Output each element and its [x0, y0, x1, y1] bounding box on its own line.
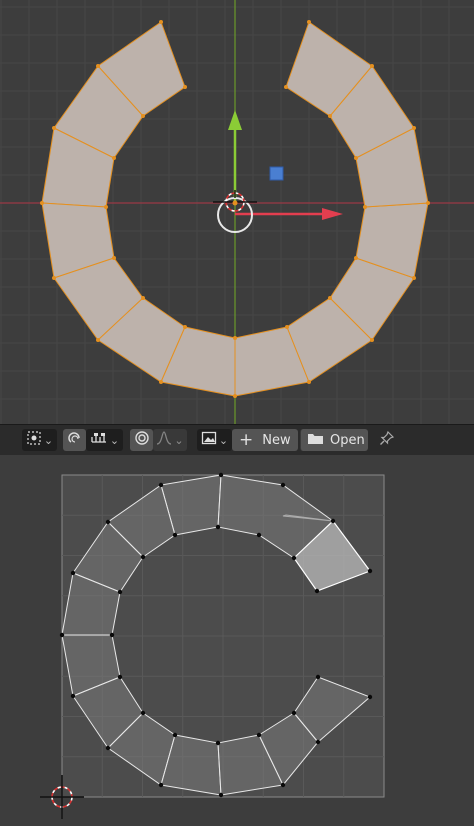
mesh-vertex[interactable] [285, 325, 289, 329]
mesh-vertex[interactable] [284, 85, 288, 89]
uv-vertex[interactable] [158, 482, 164, 488]
uv-vertex[interactable] [280, 782, 286, 788]
snap-icon [90, 431, 108, 449]
mesh-vertex[interactable] [354, 156, 358, 160]
uv-vertex[interactable] [172, 532, 178, 538]
chevron-down-icon: ⌄ [109, 433, 120, 447]
mesh-vertex[interactable] [426, 201, 430, 205]
uv-vertex[interactable] [215, 740, 221, 746]
uv-vertex[interactable] [70, 693, 76, 699]
mesh-vertex[interactable] [354, 256, 358, 260]
folder-icon [307, 431, 324, 449]
uv-vertex[interactable] [367, 568, 373, 574]
mesh-vertex[interactable] [141, 296, 145, 300]
uv-vertex[interactable] [140, 710, 146, 716]
mesh-vertex[interactable] [112, 256, 116, 260]
chevron-down-icon: ⌄ [218, 433, 229, 447]
uv-vertex[interactable] [314, 588, 320, 594]
mesh-vertex[interactable] [307, 20, 311, 24]
mesh-vertex[interactable] [183, 85, 187, 89]
mesh-vertex[interactable] [159, 20, 163, 24]
uv-editor-area[interactable] [0, 455, 474, 822]
uv-vertex[interactable] [218, 472, 224, 478]
plus-icon: + [239, 430, 254, 450]
uv-vertex[interactable] [291, 710, 297, 716]
mesh-vertex[interactable] [363, 205, 367, 209]
mesh-vertex[interactable] [96, 64, 100, 68]
image-browse-icon [201, 430, 217, 450]
mesh-vertex[interactable] [52, 276, 56, 280]
mesh-vertex[interactable] [307, 380, 311, 384]
uv-vertex[interactable] [256, 732, 262, 738]
uv-vertex[interactable] [59, 632, 65, 638]
uv-vertex[interactable] [117, 589, 123, 595]
uv-vertex[interactable] [158, 782, 164, 788]
uv-canvas[interactable] [0, 455, 474, 822]
mesh-vertex[interactable] [412, 276, 416, 280]
mesh-vertex[interactable] [40, 201, 44, 205]
proportional-falloff-dropdown[interactable]: ⌄ [153, 429, 187, 451]
pivot-point-dropdown[interactable]: ⌄ [22, 429, 57, 451]
mesh-vertex[interactable] [183, 325, 187, 329]
uv-vertex[interactable] [367, 694, 373, 700]
pin-icon [379, 430, 395, 450]
gizmo-z-plane-handle[interactable] [269, 166, 284, 181]
uv-vertex[interactable] [215, 524, 221, 530]
pin-button[interactable] [376, 429, 398, 451]
pivot-point-icon [26, 430, 42, 450]
uv-vertex[interactable] [280, 482, 286, 488]
chevron-down-icon: ⌄ [174, 433, 184, 447]
new-image-button[interactable]: + New [232, 429, 298, 451]
uv-vertex[interactable] [70, 570, 76, 576]
uv-vertex[interactable] [330, 518, 336, 524]
open-image-button[interactable]: Open [300, 429, 368, 451]
uv-sync-selection-toggle[interactable] [63, 429, 86, 451]
open-image-label: Open [330, 432, 365, 448]
uv-vertex[interactable] [291, 555, 297, 561]
uv-vertex[interactable] [105, 519, 111, 525]
uv-vertex[interactable] [218, 792, 224, 798]
mesh-vertex[interactable] [328, 296, 332, 300]
snap-dropdown[interactable]: ⌄ [86, 429, 123, 451]
mesh-vertex[interactable] [112, 156, 116, 160]
proportional-editing-toggle[interactable] [130, 429, 153, 451]
uv-vertex[interactable] [140, 554, 146, 560]
uv-vertex[interactable] [315, 674, 321, 680]
uv-vertex[interactable] [105, 745, 111, 751]
falloff-curve-icon [156, 430, 172, 450]
mesh-vertex[interactable] [412, 126, 416, 130]
mesh-vertex[interactable] [159, 380, 163, 384]
uv-vertex[interactable] [109, 632, 115, 638]
uv-vertex[interactable] [117, 674, 123, 680]
mesh-vertex[interactable] [370, 64, 374, 68]
uv-editor-header: ⌄ ⌄ ⌄ ⌄ + New Open [0, 424, 474, 456]
mesh-vertex[interactable] [52, 126, 56, 130]
viewport-canvas[interactable] [0, 0, 474, 424]
mesh-vertex[interactable] [370, 338, 374, 342]
mesh-vertex[interactable] [233, 394, 237, 398]
uv-vertex[interactable] [172, 732, 178, 738]
new-image-label: New [262, 432, 291, 448]
mesh-vertex[interactable] [233, 336, 237, 340]
mesh-vertex[interactable] [141, 114, 145, 118]
3d-viewport[interactable] [0, 0, 474, 424]
uv-vertex[interactable] [315, 739, 321, 745]
image-browse-dropdown[interactable]: ⌄ [197, 429, 232, 451]
chevron-down-icon: ⌄ [43, 433, 54, 447]
uv-sync-selection-icon [67, 430, 83, 450]
mesh-vertex[interactable] [96, 338, 100, 342]
mesh-vertex[interactable] [104, 205, 108, 209]
uv-vertex[interactable] [256, 532, 262, 538]
mesh-vertex[interactable] [328, 114, 332, 118]
proportional-editing-icon [134, 430, 150, 450]
